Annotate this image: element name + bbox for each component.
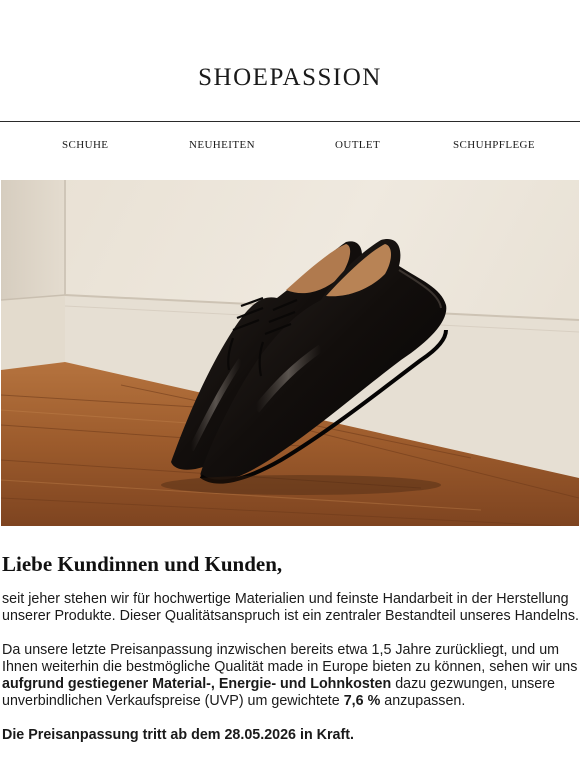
- letter-content: Liebe Kundinnen und Kunden, seit jeher s…: [2, 552, 580, 744]
- nav-item-schuhe[interactable]: SCHUHE: [62, 139, 108, 151]
- hero-shoes-illustration: [1, 180, 579, 526]
- effective-date-line: Die Preisanpassung tritt ab dem 28.05.20…: [2, 727, 354, 743]
- paragraph2-bold-costs: aufgrund gestiegener Material-, Energie-…: [2, 676, 392, 692]
- paragraph2-part1: Da unsere letzte Preisanpassung inzwisch…: [2, 642, 578, 675]
- greeting-heading: Liebe Kundinnen und Kunden,: [2, 552, 283, 576]
- paragraph2-bold-percentage: 7,6 %: [343, 693, 381, 709]
- email-header: SHOEPASSION: [0, 0, 580, 122]
- nav-item-schuhpflege[interactable]: SCHUHPFLEGE: [453, 139, 535, 151]
- paragraph-price-adjustment: Da unsere letzte Preisanpassung inzwisch…: [2, 642, 580, 710]
- paragraph2-part3: anzupassen.: [380, 693, 466, 709]
- hero-image[interactable]: [1, 180, 579, 526]
- nav-item-outlet[interactable]: OUTLET: [335, 139, 380, 151]
- paragraph-intro: seit jeher stehen wir für hochwertige Ma…: [2, 591, 579, 624]
- nav-item-neuheiten[interactable]: NEUHEITEN: [189, 139, 255, 151]
- brand-logo[interactable]: SHOEPASSION: [0, 64, 580, 92]
- main-navigation: SCHUHE NEUHEITEN OUTLET SCHUHPFLEGE: [0, 139, 580, 155]
